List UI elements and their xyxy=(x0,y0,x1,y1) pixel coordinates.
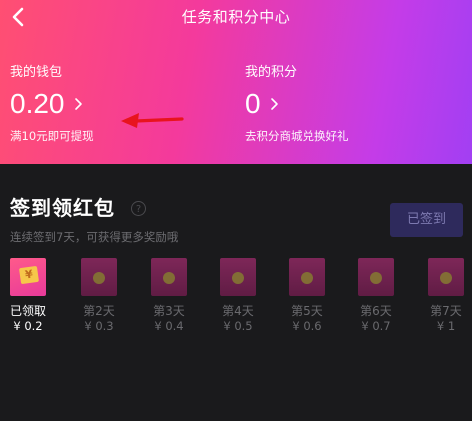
day-amount: ¥ 0.4 xyxy=(154,319,184,333)
question-circle-icon[interactable]: ? xyxy=(131,201,146,216)
red-packet-card: ¥ xyxy=(10,258,46,296)
day-amount: ¥ 0.6 xyxy=(292,319,322,333)
day-item-5[interactable]: 第5天 ¥ 0.6 xyxy=(287,258,327,334)
wallet-balance: 0.20 xyxy=(10,88,65,119)
red-packet-card xyxy=(151,258,187,296)
header-banner: 任务和积分中心 我的钱包 0.20 满10元即可提现 我的积分 0 去积分商城兑… xyxy=(0,0,472,164)
red-packet-card xyxy=(428,258,464,296)
day-amount: ¥ 0.2 xyxy=(13,319,43,333)
day-label: 第5天 xyxy=(291,304,323,318)
points-label: 我的积分 xyxy=(245,65,298,80)
red-packet-card xyxy=(81,258,117,296)
day-label: 第2天 xyxy=(83,304,115,318)
coupon-icon: ¥ xyxy=(18,265,40,285)
wallet-note: 满10元即可提现 xyxy=(10,129,94,143)
points-note: 去积分商城兑换好礼 xyxy=(245,129,349,143)
points-section[interactable]: 我的积分 0 去积分商城兑换好礼 xyxy=(245,64,349,144)
day-item-3[interactable]: 第3天 ¥ 0.4 xyxy=(149,258,189,334)
day-item-7[interactable]: 第7天 ¥ 1 xyxy=(426,258,466,334)
day-label: 第4天 xyxy=(222,304,254,318)
coin-icon xyxy=(301,272,313,284)
wallet-section[interactable]: 我的钱包 0.20 满10元即可提现 xyxy=(10,64,94,144)
day-item-6[interactable]: 第6天 ¥ 0.7 xyxy=(356,258,396,334)
day-item-4[interactable]: 第4天 ¥ 0.5 xyxy=(218,258,258,334)
red-packet-card xyxy=(289,258,325,296)
coin-icon xyxy=(440,272,452,284)
page-title: 任务和积分中心 xyxy=(181,8,291,26)
day-amount: ¥ 0.3 xyxy=(84,319,114,333)
wallet-label: 我的钱包 xyxy=(10,65,63,80)
day-amount: ¥ 1 xyxy=(436,319,456,333)
signed-in-button[interactable]: 已签到 xyxy=(390,203,463,237)
day-item-1[interactable]: ¥ 已领取 ¥ 0.2 xyxy=(8,258,48,334)
coin-icon xyxy=(232,272,244,284)
coin-icon xyxy=(370,272,382,284)
day-label: 第7天 xyxy=(430,304,462,318)
coin-icon xyxy=(163,272,175,284)
day-label: 第3天 xyxy=(153,304,185,318)
chevron-right-icon xyxy=(270,98,278,110)
coin-icon xyxy=(93,272,105,284)
chevron-right-icon xyxy=(74,98,82,110)
red-packet-card xyxy=(220,258,256,296)
red-arrow-annotation xyxy=(121,113,184,128)
signin-title: 签到领红包 xyxy=(10,196,115,220)
points-balance: 0 xyxy=(245,88,261,119)
day-amount: ¥ 0.7 xyxy=(361,319,391,333)
day-amount: ¥ 0.5 xyxy=(223,319,253,333)
red-packet-card xyxy=(358,258,394,296)
day-label: 第6天 xyxy=(360,304,392,318)
signin-subtitle: 连续签到7天，可获得更多奖励哦 xyxy=(10,230,179,244)
day-item-2[interactable]: 第2天 ¥ 0.3 xyxy=(79,258,119,334)
day-label: 已领取 xyxy=(9,304,46,318)
